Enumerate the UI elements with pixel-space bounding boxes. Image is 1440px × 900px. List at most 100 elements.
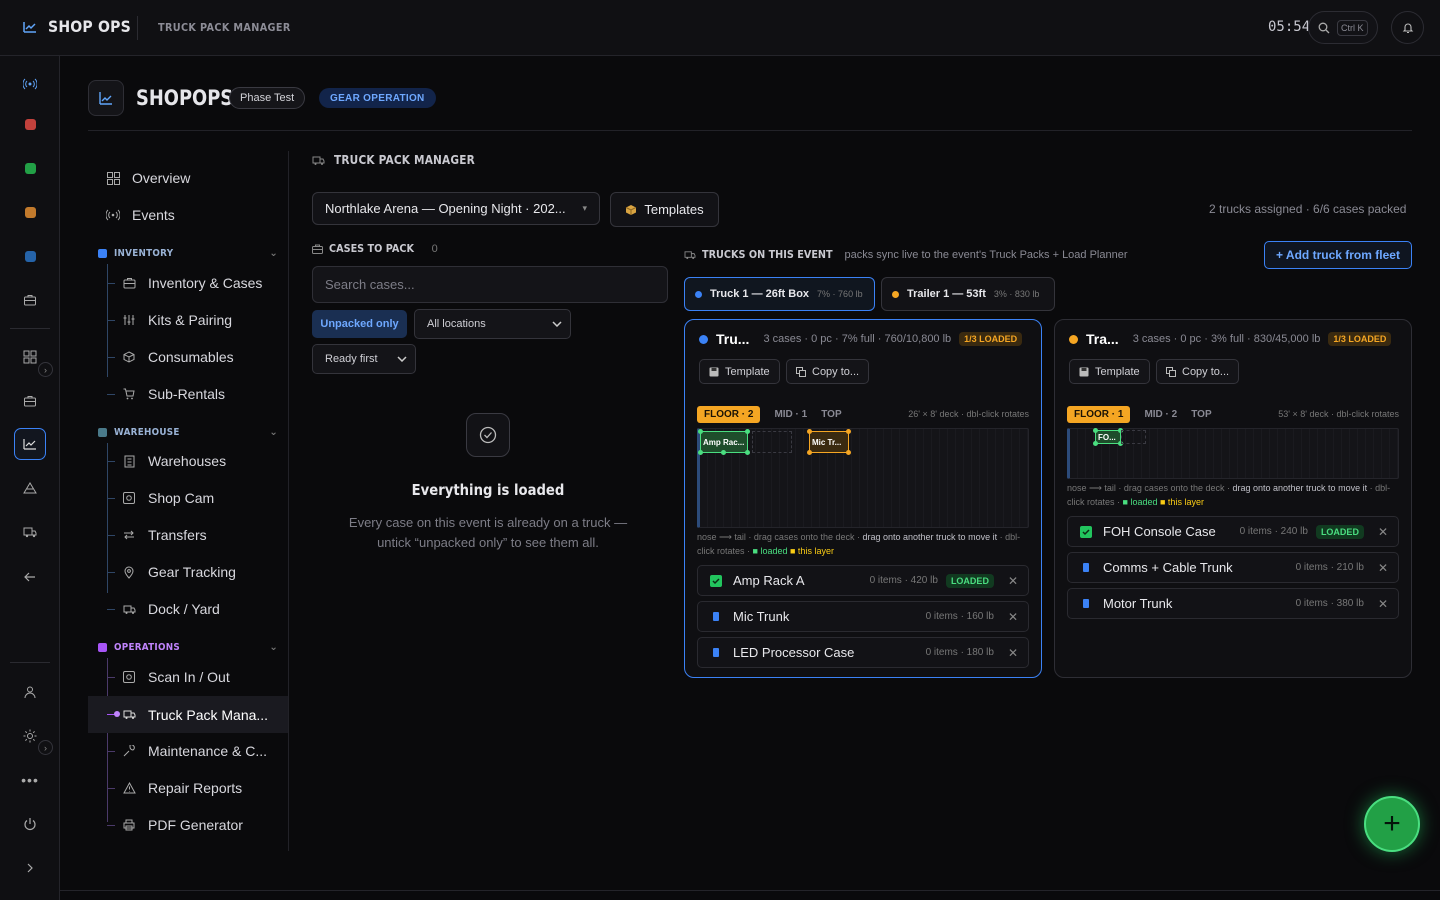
nav-kits-pairing[interactable]: Kits & Pairing	[88, 302, 288, 338]
command-search-button[interactable]: Ctrl K	[1308, 11, 1378, 44]
nav-maintenance[interactable]: Maintenance & C...	[88, 733, 288, 769]
layer-mid-tab[interactable]: MID · 1	[774, 409, 807, 420]
briefcase-icon	[122, 276, 136, 290]
expand-chevron-icon[interactable]: ›	[38, 362, 53, 377]
rail-tent[interactable]	[14, 472, 46, 504]
section-operations[interactable]: OPERATIONS ⌄	[98, 637, 278, 657]
search-icon	[1318, 22, 1330, 33]
rail-broadcast[interactable]	[14, 68, 46, 100]
copy-to-button[interactable]: Copy to...	[786, 359, 870, 384]
remove-icon[interactable]: ✕	[1008, 574, 1018, 588]
nav-sub-rentals[interactable]: Sub-Rentals	[88, 376, 288, 412]
layer-floor-tab[interactable]: FLOOR · 1	[1067, 405, 1131, 423]
case-row[interactable]: Motor Trunk 0 items · 380 lb ✕	[1067, 588, 1399, 619]
case-tag-icon[interactable]	[1080, 562, 1092, 574]
layer-top-tab[interactable]: TOP	[1191, 409, 1211, 420]
rail-expand[interactable]	[14, 852, 46, 884]
tab-truck-1[interactable]: Truck 1 — 26ft Box 7% · 760 lb	[684, 277, 875, 311]
section-inventory[interactable]: INVENTORY ⌄	[98, 243, 278, 263]
checkbox-checked-icon[interactable]	[1080, 525, 1092, 538]
nav-gear-tracking[interactable]: Gear Tracking	[88, 554, 288, 590]
copy-to-button[interactable]: Copy to...	[1156, 359, 1240, 384]
nav-scan-in-out[interactable]: Scan In / Out	[88, 659, 288, 695]
nav-overview[interactable]: Overview	[88, 160, 288, 196]
brand[interactable]: SHOP OPS	[22, 17, 142, 36]
deck-canvas[interactable]: FO...	[1067, 428, 1399, 479]
nav-pdf-generator[interactable]: PDF Generator	[88, 807, 288, 843]
truck-icon	[684, 250, 696, 259]
rail-power[interactable]	[14, 808, 46, 840]
rail-case[interactable]	[14, 284, 46, 316]
location-select[interactable]: All locations	[414, 309, 571, 339]
truck-name[interactable]: Tru...	[716, 331, 749, 347]
tab-trailer-1[interactable]: Trailer 1 — 53ft 3% · 830 lb	[881, 277, 1055, 311]
rail-green-module[interactable]	[14, 152, 46, 184]
deck-canvas[interactable]: Amp Rac... Mic Tr...	[697, 428, 1029, 528]
checkbox-checked-icon[interactable]	[710, 574, 722, 587]
phase-badge[interactable]: Phase Test	[229, 87, 306, 109]
deck-case-amp-rack[interactable]: Amp Rac...	[698, 429, 750, 455]
case-row[interactable]: FOH Console Case 0 items · 240 lb LOADED ✕	[1067, 516, 1399, 547]
deck-case-foh-console[interactable]: FO...	[1093, 428, 1123, 446]
rail-back[interactable]	[14, 561, 46, 593]
case-row[interactable]: Amp Rack A 0 items · 420 lb LOADED ✕	[697, 565, 1029, 596]
case-name: Mic Trunk	[733, 609, 790, 624]
nav-transfers[interactable]: Transfers	[88, 517, 288, 553]
nav-warehouses[interactable]: Warehouses	[88, 443, 288, 479]
add-truck-button[interactable]: + Add truck from fleet	[1264, 241, 1412, 269]
check-circle-icon	[466, 413, 510, 457]
nav-repair-reports[interactable]: Repair Reports	[88, 770, 288, 806]
remove-icon[interactable]: ✕	[1378, 597, 1388, 611]
rail-profile[interactable]	[14, 676, 46, 708]
nav-label: Scan In / Out	[148, 669, 230, 685]
templates-button[interactable]: Templates	[610, 192, 719, 227]
nav-events[interactable]: Events	[88, 197, 288, 233]
nav-label: Inventory & Cases	[148, 275, 263, 291]
nav-shop-cam[interactable]: Shop Cam	[88, 480, 288, 516]
rail-operations[interactable]	[14, 428, 46, 460]
rail-blue-module[interactable]	[14, 240, 46, 272]
case-tag-icon[interactable]	[710, 611, 722, 623]
case-meta: 0 items · 180 lb	[925, 647, 994, 658]
deck-hint: nose ⟶ tail · drag cases onto the deck ·…	[697, 530, 1027, 558]
event-value: Northlake Arena — Opening Night · 202...	[325, 201, 566, 216]
chevron-right-icon	[27, 863, 33, 873]
add-fab-button[interactable]: +	[1364, 796, 1420, 852]
rail-red-module[interactable]	[14, 108, 46, 140]
power-icon	[24, 818, 36, 831]
remove-icon[interactable]: ✕	[1008, 646, 1018, 660]
sort-select[interactable]: Ready first	[312, 344, 416, 374]
layer-mid-tab[interactable]: MID · 2	[1144, 409, 1177, 420]
layer-top-tab[interactable]: TOP	[821, 409, 841, 420]
unpacked-only-toggle[interactable]: Unpacked only	[312, 310, 407, 338]
nav-truck-pack-manager[interactable]: Truck Pack Mana...	[88, 696, 288, 733]
nav-dock-yard[interactable]: Dock / Yard	[88, 591, 288, 627]
section-dot	[98, 427, 107, 437]
legend-layer: ■ this layer	[790, 546, 834, 556]
template-button[interactable]: Template	[699, 359, 780, 384]
rail-more[interactable]: •••	[14, 764, 46, 796]
deck-case-mic-trunk[interactable]: Mic Tr...	[807, 429, 851, 455]
remove-icon[interactable]: ✕	[1378, 561, 1388, 575]
expand-chevron-icon[interactable]: ›	[38, 740, 53, 755]
remove-icon[interactable]: ✕	[1008, 610, 1018, 624]
template-button[interactable]: Template	[1069, 359, 1150, 384]
case-row[interactable]: LED Processor Case 0 items · 180 lb ✕	[697, 637, 1029, 668]
rail-case-2[interactable]	[14, 385, 46, 417]
layer-floor-tab[interactable]: FLOOR · 2	[697, 405, 761, 423]
layer-tabs: FLOOR · 2 MID · 1 TOP 26' × 8' deck · db…	[697, 405, 1029, 423]
case-row[interactable]: Comms + Cable Trunk 0 items · 210 lb ✕	[1067, 552, 1399, 583]
case-row[interactable]: Mic Trunk 0 items · 160 lb ✕	[697, 601, 1029, 632]
truck-name[interactable]: Tra...	[1086, 331, 1119, 347]
case-tag-icon[interactable]	[710, 647, 722, 659]
case-tag-icon[interactable]	[1080, 598, 1092, 610]
nav-inventory-cases[interactable]: Inventory & Cases	[88, 265, 288, 301]
section-warehouse[interactable]: WAREHOUSE ⌄	[98, 422, 278, 442]
case-search-input[interactable]: Search cases...	[312, 266, 668, 303]
rail-orange-module[interactable]	[14, 196, 46, 228]
notifications-button[interactable]	[1391, 11, 1424, 44]
event-select[interactable]: Northlake Arena — Opening Night · 202...…	[312, 192, 600, 225]
remove-icon[interactable]: ✕	[1378, 525, 1388, 539]
nav-consumables[interactable]: Consumables	[88, 339, 288, 375]
rail-truck[interactable]	[14, 516, 46, 548]
